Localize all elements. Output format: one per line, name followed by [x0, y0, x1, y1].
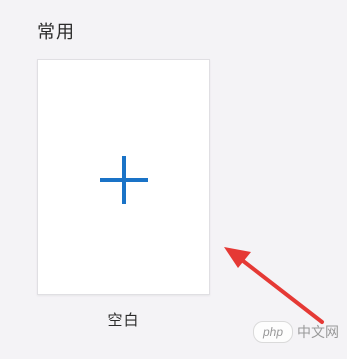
page: 常用 空白 php 中文网 [0, 0, 347, 359]
watermark: php 中文网 [253, 321, 339, 343]
blank-template-card[interactable] [37, 59, 210, 295]
php-logo: php [253, 321, 293, 343]
blank-template-label[interactable]: 空白 [37, 309, 210, 330]
plus-icon [100, 156, 148, 204]
section-title: 常用 [37, 22, 75, 43]
watermark-site-text: 中文网 [297, 325, 339, 341]
